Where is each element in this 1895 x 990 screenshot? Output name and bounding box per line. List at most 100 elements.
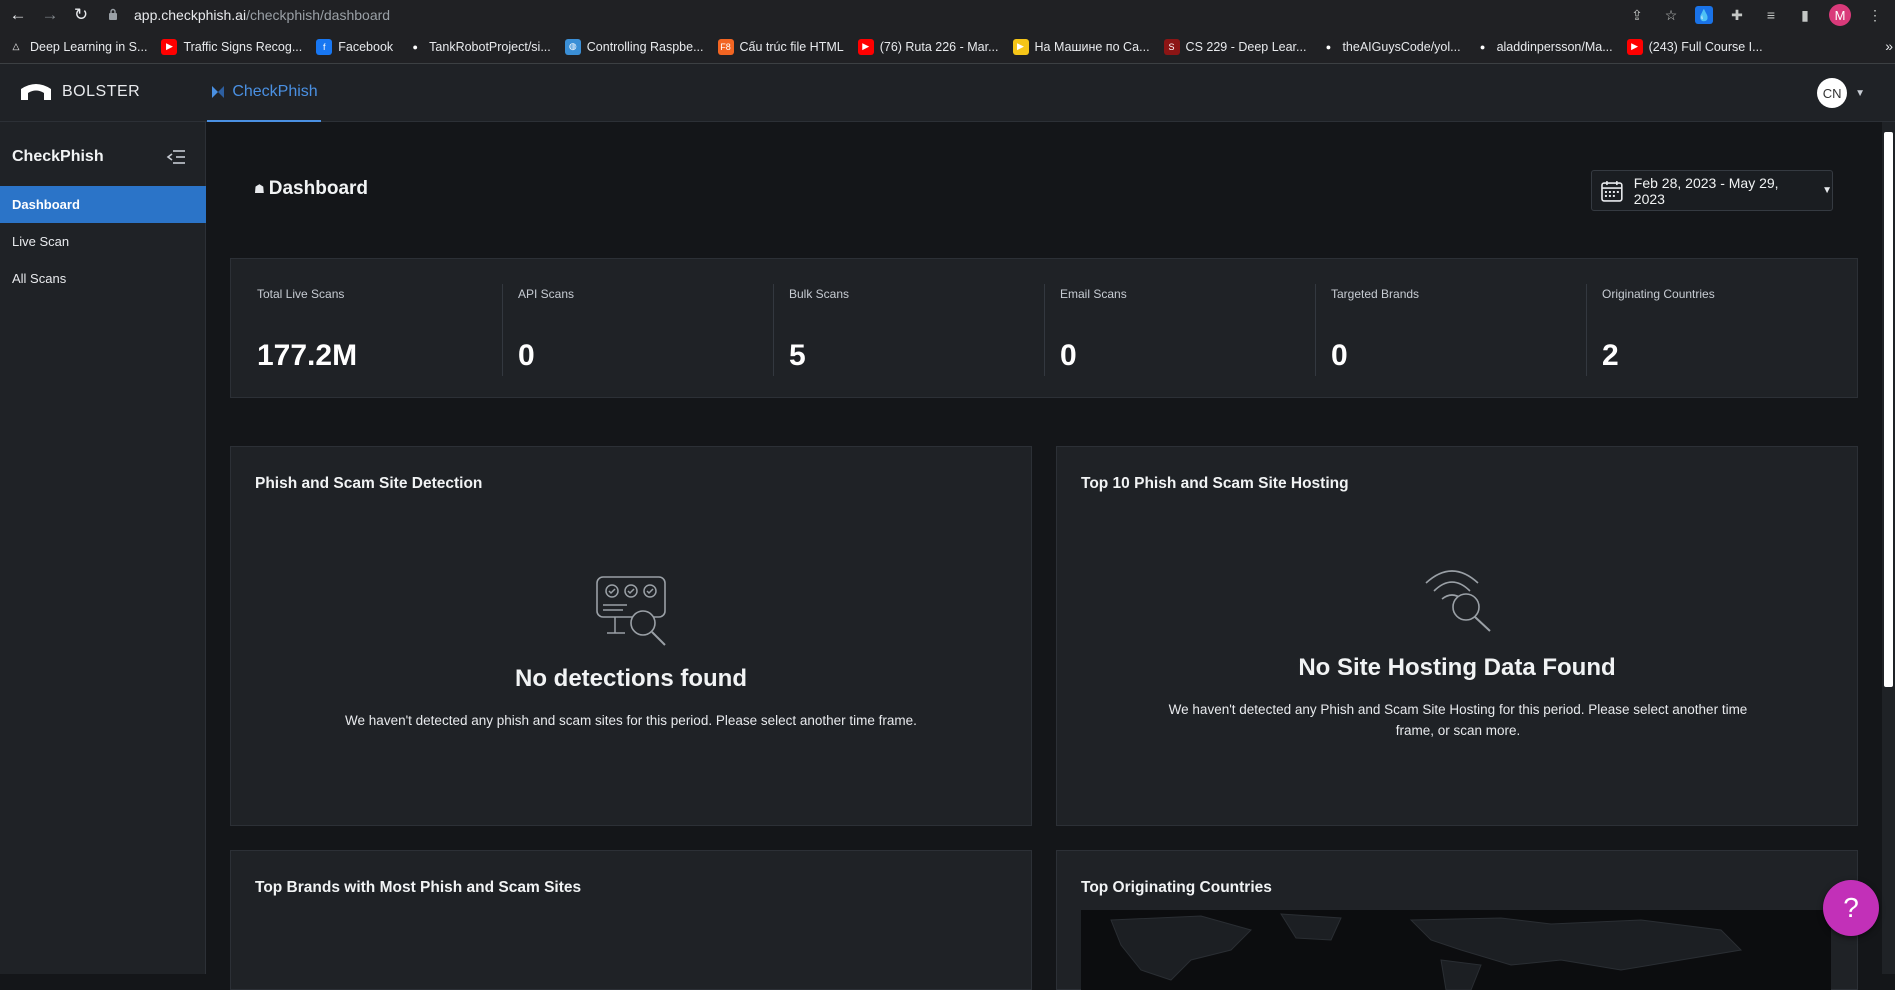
scrollbar[interactable] xyxy=(1882,122,1895,974)
youtube-icon: ▶ xyxy=(161,38,178,55)
stat-total-live-scans: Total Live Scans 177.2M xyxy=(231,259,502,397)
browser-toolbar: ← → ↻ app.checkphish.ai/checkphish/dashb… xyxy=(0,0,1895,30)
sidebar-item-all-scans[interactable]: All Scans xyxy=(0,260,206,297)
sidebar-item-live-scan[interactable]: Live Scan xyxy=(0,223,206,260)
card-title: Top Brands with Most Phish and Scam Site… xyxy=(255,879,582,896)
bookmark-item[interactable]: ▶ На Машине по Са... xyxy=(1012,38,1150,55)
media-icon[interactable]: ≡ xyxy=(1761,5,1781,25)
card-title: Phish and Scam Site Detection xyxy=(255,475,483,492)
youtube-icon: ▶ xyxy=(1626,38,1643,55)
empty-state-title: No Site Hosting Data Found xyxy=(1298,654,1616,681)
stat-value: 0 xyxy=(1331,339,1348,372)
stat-originating-countries: Originating Countries 2 xyxy=(1586,259,1857,397)
calendar-icon xyxy=(1601,180,1623,202)
reload-icon[interactable]: ↻ xyxy=(67,1,95,29)
bookmark-label: aladdinpersson/Ma... xyxy=(1496,39,1613,54)
extension-drop-icon[interactable]: 💧 xyxy=(1695,6,1713,24)
avatar[interactable]: CN xyxy=(1817,78,1848,108)
brand-name: BOLSTER xyxy=(62,83,141,100)
date-range-picker[interactable]: Feb 28, 2023 - May 29, 2023 ▼ xyxy=(1591,170,1833,211)
empty-state-title: No detections found xyxy=(515,665,747,692)
hosting-card: Top 10 Phish and Scam Site Hosting No Si… xyxy=(1056,446,1858,826)
stat-label: Originating Countries xyxy=(1602,287,1715,301)
bookmark-item[interactable]: △ Deep Learning in S... xyxy=(8,38,147,55)
bookmark-label: (243) Full Course I... xyxy=(1648,39,1763,54)
world-map[interactable] xyxy=(1081,910,1831,990)
tab-checkphish[interactable]: CheckPhish xyxy=(207,64,321,122)
play-icon: ▶ xyxy=(1012,38,1029,55)
top-brands-card: Top Brands with Most Phish and Scam Site… xyxy=(230,850,1032,990)
f8-icon: F8 xyxy=(717,38,734,55)
bookmark-label: На Машине по Са... xyxy=(1034,39,1150,54)
bolster-logo-icon xyxy=(21,84,51,100)
bookmark-item[interactable]: ▶ (243) Full Course I... xyxy=(1626,38,1763,55)
bookmarks-more-icon[interactable]: » xyxy=(1885,38,1893,54)
brand-logo[interactable]: BOLSTER xyxy=(20,83,140,101)
card-title: Top 10 Phish and Scam Site Hosting xyxy=(1081,475,1349,492)
share-icon[interactable]: ⇪ xyxy=(1627,5,1647,25)
triangle-icon: △ xyxy=(8,38,24,55)
url-host: app.checkphish.ai xyxy=(134,7,247,23)
card-title: Top Originating Countries xyxy=(1081,879,1272,896)
stats-panel: Total Live Scans 177.2M API Scans 0 Bulk… xyxy=(230,258,1858,398)
checkphish-icon xyxy=(212,86,225,98)
detection-card: Phish and Scam Site Detection No detecti… xyxy=(230,446,1032,826)
bookmarks-bar: △ Deep Learning in S... ▶ Traffic Signs Rec… xyxy=(0,30,1895,64)
profile-avatar[interactable]: M xyxy=(1829,4,1851,26)
bookmark-label: CS 229 - Deep Lear... xyxy=(1185,39,1307,54)
bookmark-item[interactable]: f Facebook xyxy=(316,38,394,55)
stat-value: 177.2M xyxy=(257,339,358,372)
url-path: /checkphish/dashboard xyxy=(246,7,391,23)
bookmark-label: theAIGuysCode/yol... xyxy=(1342,39,1461,54)
no-hosting-icon xyxy=(1425,570,1491,632)
github-icon: ● xyxy=(1320,38,1337,55)
page-title-text: Dashboard xyxy=(268,178,369,199)
stat-value: 0 xyxy=(1060,339,1077,372)
tab-label: CheckPhish xyxy=(232,83,318,100)
forward-icon[interactable]: → xyxy=(36,1,64,29)
home-icon: ☗ xyxy=(254,182,265,196)
stat-label: Targeted Brands xyxy=(1331,287,1420,301)
bookmark-item[interactable]: S CS 229 - Deep Lear... xyxy=(1163,38,1307,55)
stat-label: Email Scans xyxy=(1060,287,1127,301)
bookmark-item[interactable]: ◍ Controlling Raspbe... xyxy=(564,38,704,55)
bookmark-label: Cấu trúc file HTML xyxy=(739,39,844,54)
app-header: BOLSTER CheckPhish CN ▼ xyxy=(0,64,1895,122)
github-icon: ● xyxy=(1474,38,1491,55)
stat-value: 5 xyxy=(789,339,806,372)
bookmark-item[interactable]: ● theAIGuysCode/yol... xyxy=(1320,38,1461,55)
sidepanel-icon[interactable]: ▮ xyxy=(1795,5,1815,25)
bookmark-item[interactable]: F8 Cấu trúc file HTML xyxy=(717,38,844,55)
chevron-down-icon[interactable]: ▼ xyxy=(1855,88,1865,99)
sidebar-item-dashboard[interactable]: Dashboard xyxy=(0,186,206,223)
bookmark-label: Traffic Signs Recog... xyxy=(183,39,303,54)
world-map-icon xyxy=(1110,913,1743,990)
menu-dots-icon[interactable]: ⋮ xyxy=(1865,5,1885,25)
scrollbar-thumb[interactable] xyxy=(1884,132,1893,687)
collapse-sidebar-icon[interactable] xyxy=(166,148,186,166)
star-icon[interactable]: ☆ xyxy=(1661,5,1681,25)
stat-label: Bulk Scans xyxy=(789,287,850,301)
stat-label: Total Live Scans xyxy=(257,287,345,301)
stat-value: 0 xyxy=(518,339,535,372)
address-bar[interactable]: app.checkphish.ai/checkphish/dashboard xyxy=(108,3,1648,27)
puzzle-icon[interactable]: ✚ xyxy=(1727,5,1747,25)
sidebar-title: CheckPhish xyxy=(12,148,104,165)
stat-email-scans: Email Scans 0 xyxy=(1044,259,1315,397)
top-countries-card: Top Originating Countries xyxy=(1056,850,1858,990)
main-content: ☗ Dashboard Feb 28, 2023 - May 29, 2023 … xyxy=(206,122,1882,990)
bookmark-item[interactable]: ● TankRobotProject/si... xyxy=(407,38,551,55)
facebook-icon: f xyxy=(316,38,333,55)
help-button[interactable]: ? xyxy=(1823,880,1879,936)
bookmark-item[interactable]: ● aladdinpersson/Ma... xyxy=(1474,38,1613,55)
bookmark-label: Controlling Raspbe... xyxy=(586,39,704,54)
back-icon[interactable]: ← xyxy=(4,1,32,29)
empty-state-text: We haven't detected any phish and scam s… xyxy=(345,713,917,728)
bookmark-item[interactable]: ▶ Traffic Signs Recog... xyxy=(161,38,303,55)
bookmark-label: Facebook xyxy=(338,39,394,54)
stat-value: 2 xyxy=(1602,339,1619,372)
date-range-text: Feb 28, 2023 - May 29, 2023 xyxy=(1633,174,1779,207)
bookmark-item[interactable]: ▶ (76) Ruta 226 - Mar... xyxy=(857,38,999,55)
user-menu[interactable]: CN ▼ xyxy=(1817,78,1865,108)
github-icon: ● xyxy=(407,38,424,55)
